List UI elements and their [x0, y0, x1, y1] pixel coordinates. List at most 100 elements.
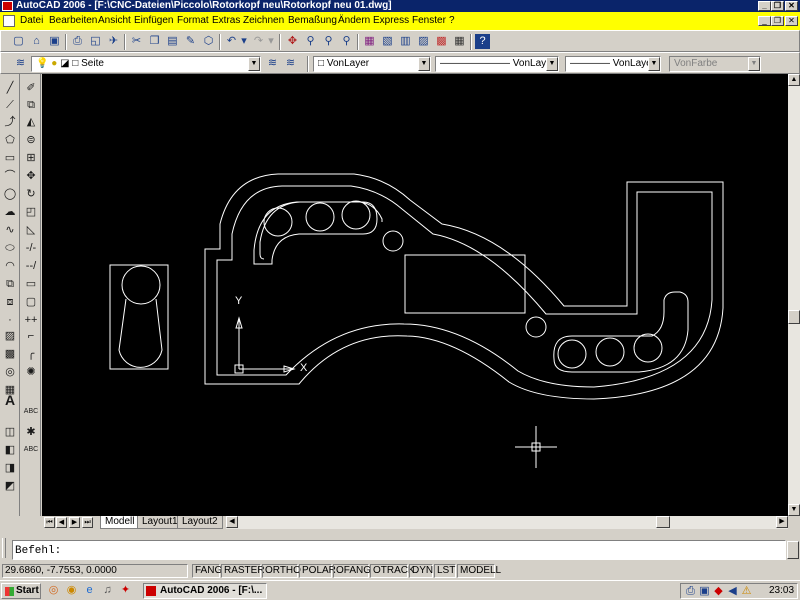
open-icon[interactable]: ⌂: [29, 34, 44, 49]
autocad-app-icon[interactable]: [2, 1, 13, 11]
preview-icon[interactable]: ◱: [88, 34, 103, 49]
bring-front-icon[interactable]: ◨: [1, 460, 19, 476]
tool-palettes-icon[interactable]: ▥: [398, 34, 413, 49]
quicklaunch-firefox-icon[interactable]: ◉: [64, 583, 79, 598]
gradient-icon[interactable]: ▩: [1, 346, 19, 362]
paste-icon[interactable]: ▤: [165, 34, 180, 49]
drawing-canvas[interactable]: Y X: [42, 74, 788, 516]
rectangle-icon[interactable]: ▭: [1, 150, 19, 166]
scroll-down-icon[interactable]: ▼: [788, 504, 800, 516]
command-line-input[interactable]: Befehl:: [12, 540, 786, 560]
toggle-modell[interactable]: MODELL: [457, 564, 501, 578]
toggle-fang[interactable]: FANG: [192, 564, 222, 578]
point-icon[interactable]: ·: [1, 312, 19, 328]
revision-cloud-icon[interactable]: ☁: [1, 204, 19, 220]
arc-icon[interactable]: ⌒: [1, 168, 19, 184]
menu-zeichnen[interactable]: Zeichnen: [243, 15, 284, 27]
tab-layout2[interactable]: Layout2: [177, 516, 223, 529]
restore-button[interactable]: ❐: [771, 1, 784, 11]
join-icon[interactable]: ++: [22, 312, 40, 328]
quicklaunch-ie-icon[interactable]: e: [82, 583, 97, 598]
scale-icon[interactable]: ◰: [22, 204, 40, 220]
extend-icon[interactable]: --/: [22, 258, 40, 274]
chevron-down-icon[interactable]: ▼: [418, 57, 430, 71]
polyline-icon[interactable]: ⤴: [1, 114, 19, 130]
tray-alert-icon[interactable]: ⚠: [739, 584, 754, 599]
region-icon[interactable]: ◎: [1, 364, 19, 380]
array-icon[interactable]: ⊞: [22, 150, 40, 166]
move-icon[interactable]: ✥: [22, 168, 40, 184]
break-at-point-icon[interactable]: ▭: [22, 276, 40, 292]
last-tab-icon[interactable]: ⏭: [82, 517, 93, 528]
redo-dropdown-icon[interactable]: ▾: [267, 34, 275, 49]
markup-icon[interactable]: ▩: [434, 34, 449, 49]
first-tab-icon[interactable]: ⏮: [44, 517, 55, 528]
publish-icon[interactable]: ✈: [106, 34, 121, 49]
rotate-icon[interactable]: ↻: [22, 186, 40, 202]
erase-icon[interactable]: ✐: [22, 80, 40, 96]
calculator-icon[interactable]: ▦: [452, 34, 467, 49]
save-icon[interactable]: ▣: [47, 34, 62, 49]
quicklaunch-app-icon[interactable]: ◎: [46, 583, 61, 598]
layer-previous-icon[interactable]: ≋: [283, 56, 298, 71]
tab-layout1[interactable]: Layout1: [137, 516, 183, 529]
layer-manager-icon[interactable]: ≋: [13, 56, 28, 71]
text-style-icon[interactable]: ABC: [22, 404, 40, 420]
send-back-icon[interactable]: ◩: [1, 478, 19, 494]
menu-bearbeiten[interactable]: Bearbeiten: [49, 15, 97, 27]
vertical-scrollbar[interactable]: ▲ ▼: [788, 74, 800, 516]
make-layer-current-icon[interactable]: ≋: [265, 56, 280, 71]
toggle-polar[interactable]: POLAR: [299, 564, 336, 578]
print-icon[interactable]: ⎙: [70, 34, 85, 49]
tray-printer-icon[interactable]: ⎙: [683, 584, 698, 599]
mirror-icon[interactable]: ◭: [22, 114, 40, 130]
offset-icon[interactable]: ⊜: [22, 132, 40, 148]
insert-block-icon[interactable]: ⧉: [1, 276, 19, 292]
stretch-icon[interactable]: ◺: [22, 222, 40, 238]
break-icon[interactable]: ▢: [22, 294, 40, 310]
toggle-ortho[interactable]: ORTHO: [262, 564, 301, 578]
menu-help[interactable]: ?: [449, 15, 455, 27]
menu-extras[interactable]: Extras: [212, 15, 240, 27]
text-icon[interactable]: A: [1, 392, 19, 408]
undo-dropdown-icon[interactable]: ▾: [240, 34, 248, 49]
doc-close-button[interactable]: ✕: [785, 16, 798, 26]
toggle-raster[interactable]: RASTER: [221, 564, 265, 578]
chevron-down-icon[interactable]: ▼: [248, 57, 260, 71]
cut-icon[interactable]: ✂: [129, 34, 144, 49]
scroll-right-icon[interactable]: ▶: [776, 516, 788, 528]
make-block-icon[interactable]: ⧈: [1, 294, 19, 310]
copy-icon[interactable]: ❐: [147, 34, 162, 49]
horizontal-scrollbar[interactable]: ◀ ▶: [226, 516, 788, 529]
menu-format[interactable]: Format: [177, 15, 209, 27]
doc-minimize-button[interactable]: _: [758, 16, 771, 26]
menu-aendern[interactable]: Ändern: [338, 15, 370, 27]
pan-icon[interactable]: ✥: [285, 34, 300, 49]
toggle-dyn[interactable]: DYN: [409, 564, 433, 578]
quicklaunch-media-icon[interactable]: ♫: [100, 583, 115, 598]
menu-express[interactable]: Express: [373, 15, 409, 27]
layer-dropdown[interactable]: 💡 ● ◪ □ Seite ▼: [31, 56, 261, 72]
command-scroll[interactable]: [787, 541, 799, 559]
fillet-icon[interactable]: ╭: [22, 346, 40, 362]
hatch-icon[interactable]: ▨: [1, 328, 19, 344]
spell-check-icon[interactable]: ABC: [22, 442, 40, 458]
copy-object-icon[interactable]: ⧉: [22, 97, 40, 113]
construction-line-icon[interactable]: ⟋: [1, 97, 19, 113]
undo-icon[interactable]: ↶: [224, 34, 239, 49]
zoom-previous-icon[interactable]: ⚲: [339, 34, 354, 49]
chamfer-icon[interactable]: ⌐: [22, 328, 40, 344]
menu-bemassung[interactable]: Bemaßung: [288, 15, 337, 27]
draworder-icon[interactable]: ◧: [1, 442, 19, 458]
scroll-left-icon[interactable]: ◀: [226, 516, 238, 528]
properties-icon[interactable]: ▦: [362, 34, 377, 49]
design-center-icon[interactable]: ▧: [380, 34, 395, 49]
menu-einfuegen[interactable]: Einfügen: [134, 15, 173, 27]
linetype-dropdown[interactable]: ——————— VonLayer ▼: [435, 56, 559, 72]
command-grip[interactable]: [2, 538, 6, 558]
doc-restore-button[interactable]: ❐: [771, 16, 784, 26]
menu-fenster[interactable]: Fenster: [412, 15, 446, 27]
prev-tab-icon[interactable]: ◀: [56, 517, 67, 528]
minimize-button[interactable]: _: [758, 1, 771, 11]
tab-modell[interactable]: Modell: [100, 516, 140, 529]
